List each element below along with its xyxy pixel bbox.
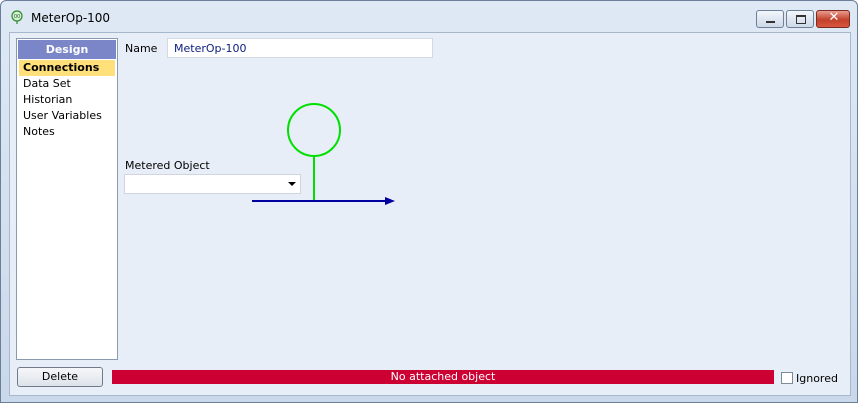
sidebar-item-historian[interactable]: Historian (19, 92, 115, 108)
sidebar-item-connections[interactable]: Connections (19, 60, 115, 76)
design-sidebar: Design Connections Data Set Historian Us… (16, 38, 118, 360)
delete-button[interactable]: Delete (17, 367, 103, 387)
status-bar: No attached object (112, 370, 774, 384)
client-area: Design Connections Data Set Historian Us… (9, 32, 851, 396)
sidebar-item-data-set[interactable]: Data Set (19, 76, 115, 92)
ignored-label: Ignored (796, 372, 838, 385)
ignored-checkbox[interactable] (781, 372, 793, 384)
title-bar[interactable]: 00 MeterOp-100 ✕ (1, 1, 857, 31)
maximize-button[interactable] (786, 10, 814, 28)
meter-connection-diagram (252, 103, 395, 205)
meter-circle (287, 103, 341, 157)
name-label: Name (125, 42, 158, 55)
sidebar-item-notes[interactable]: Notes (19, 124, 115, 140)
svg-text:00: 00 (14, 14, 20, 20)
meter-icon: 00 (11, 10, 23, 24)
metered-object-label: Metered Object (125, 159, 210, 172)
minimize-button[interactable] (756, 10, 784, 28)
close-icon: ✕ (828, 10, 840, 25)
arrow-head-icon (385, 197, 395, 205)
window-title: MeterOp-100 (31, 11, 111, 25)
name-field[interactable]: MeterOp-100 (167, 38, 433, 58)
meterop-window: 00 MeterOp-100 ✕ Design Connections Data… (0, 0, 858, 403)
sidebar-header: Design (18, 40, 116, 59)
close-button[interactable]: ✕ (816, 10, 850, 28)
sidebar-item-user-variables[interactable]: User Variables (19, 108, 115, 124)
